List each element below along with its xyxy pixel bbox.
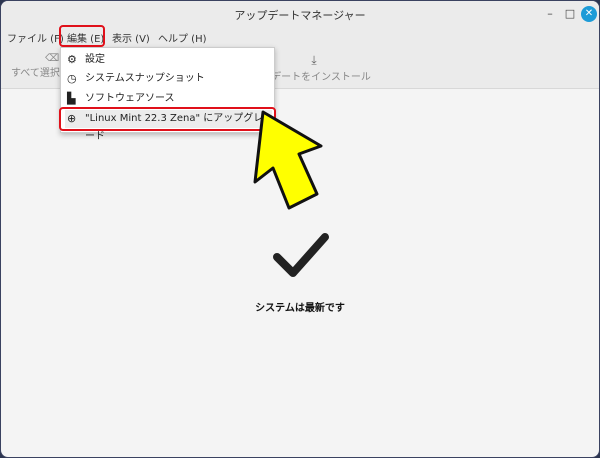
menu-view[interactable]: 表示 (V) <box>112 30 150 45</box>
package-icon: ▙ <box>67 92 76 105</box>
window-title: アップデートマネージャー <box>234 9 366 22</box>
menu-help[interactable]: ヘルプ (H) <box>158 30 207 45</box>
update-manager-window: アップデートマネージャー – □ ✕ ファイル (F) 編集 (E) 表示 (V… <box>0 0 600 458</box>
menu-file[interactable]: ファイル (F) <box>7 30 64 45</box>
menu-item-system-snapshot[interactable]: ◷ システムスナップショット <box>65 70 272 88</box>
minimize-button[interactable]: – <box>542 6 558 22</box>
pointer-arrow-icon <box>253 110 323 210</box>
highlight-edit-menu <box>59 25 105 47</box>
checkmark-icon <box>273 233 329 277</box>
menu-item-label: ソフトウェアソース <box>85 93 175 104</box>
menu-item-label: 設定 <box>85 54 105 65</box>
menu-item-label: システムスナップショット <box>85 73 205 84</box>
status-message: システムは最新です <box>255 303 345 314</box>
clock-icon: ◷ <box>67 72 77 85</box>
close-button[interactable]: ✕ <box>581 6 597 22</box>
maximize-button[interactable]: □ <box>562 6 578 22</box>
titlebar: アップデートマネージャー – □ ✕ <box>1 1 599 27</box>
menu-item-preferences[interactable]: ⚙ 設定 <box>65 51 272 69</box>
preferences-icon: ⚙ <box>67 53 77 66</box>
